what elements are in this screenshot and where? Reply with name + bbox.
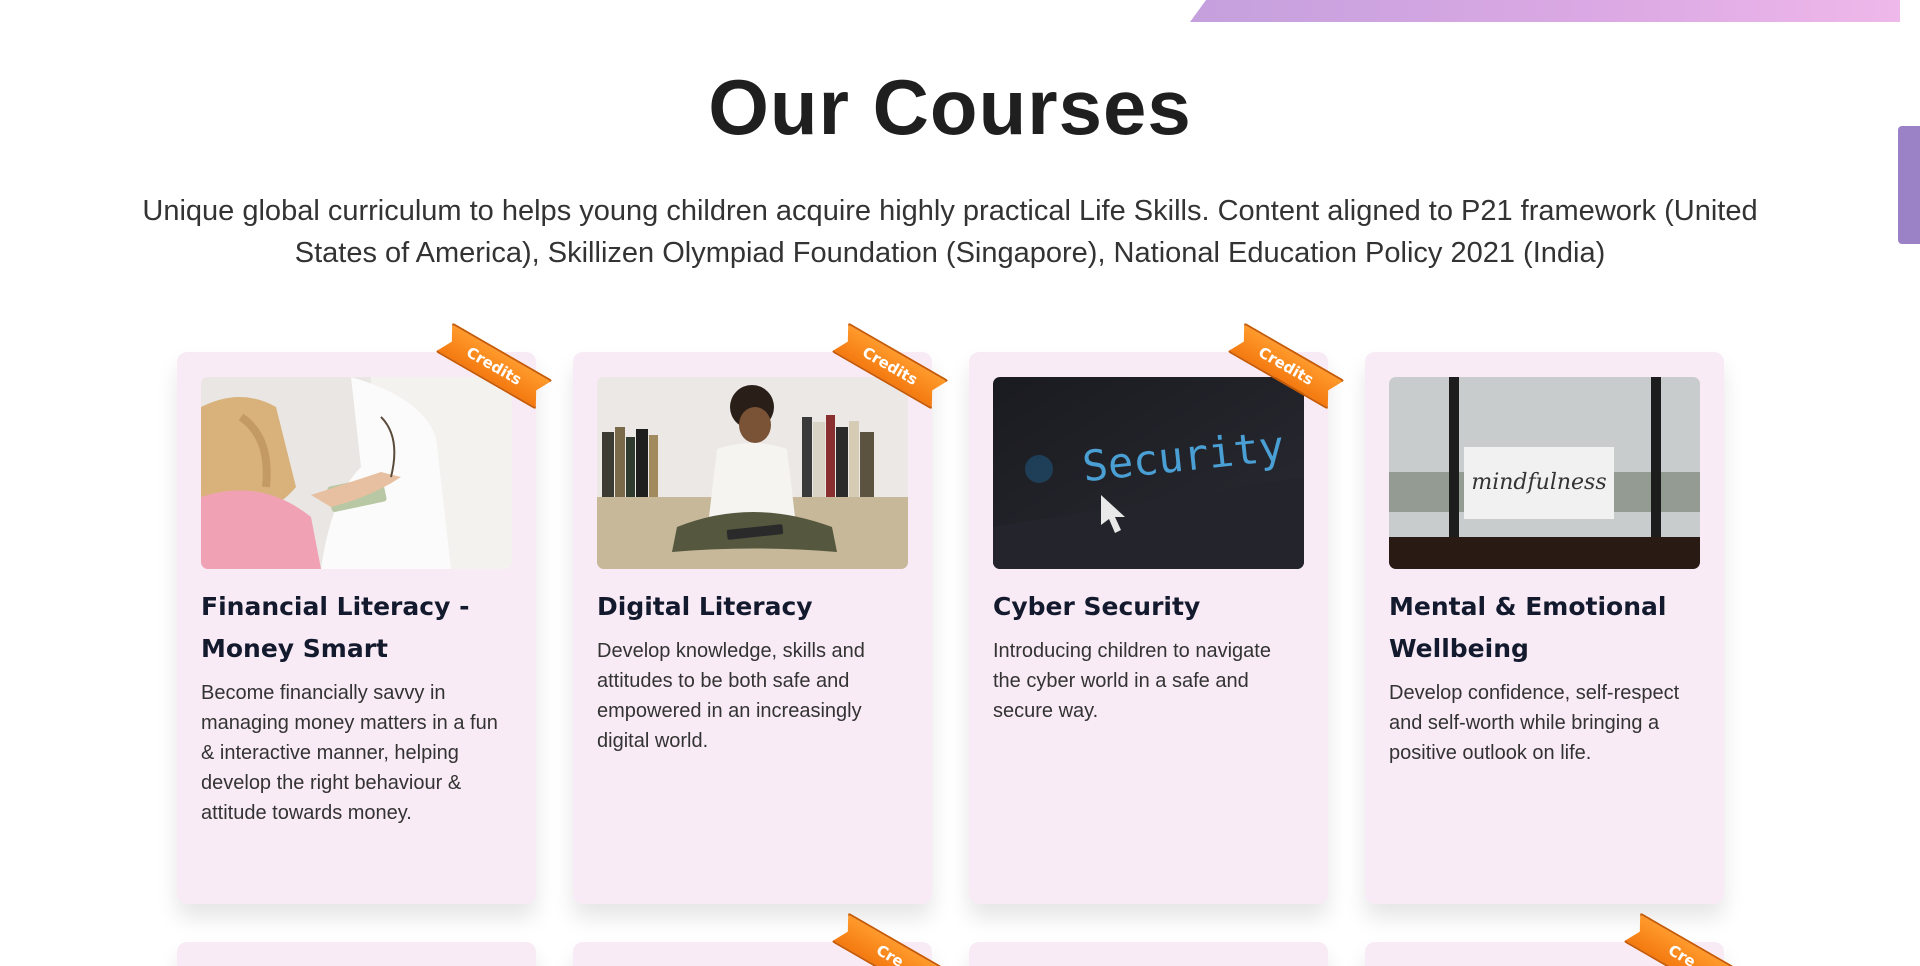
course-description: Develop knowledge, skills and attitudes … <box>597 640 865 752</box>
svg-text:mindfulness: mindfulness <box>1471 470 1606 495</box>
course-image-digital-literacy[interactable] <box>597 377 908 569</box>
course-image-cyber-security[interactable]: Security <box>993 377 1304 569</box>
course-card-cyber-security[interactable]: Security Credits Cyber Security Introduc… <box>969 352 1328 904</box>
decorative-header-band <box>1190 0 1900 22</box>
course-title[interactable]: Cyber Security <box>993 586 1304 628</box>
course-description: Introducing children to navigate the cyb… <box>993 640 1271 722</box>
course-card-row2-1[interactable] <box>177 942 536 966</box>
section-subtitle: Unique global curriculum to helps young … <box>142 195 1758 269</box>
course-title[interactable]: Financial Literacy - Money Smart <box>201 586 512 670</box>
course-card-row2-3[interactable] <box>969 942 1328 966</box>
courses-page: Our Courses Unique global curriculum to … <box>0 0 1920 966</box>
side-feedback-tab[interactable] <box>1898 126 1920 244</box>
section-title: Our Courses <box>708 63 1192 151</box>
credits-badge: Cre <box>831 912 948 966</box>
course-image-financial-literacy[interactable] <box>201 377 512 569</box>
course-card-mental-wellbeing[interactable]: mindfulness Mental & Emotional Wellbeing… <box>1365 352 1724 904</box>
course-title[interactable]: Mental & Emotional Wellbeing <box>1389 586 1700 670</box>
course-description: Become financially savvy in managing mon… <box>201 682 498 824</box>
course-card-digital-literacy[interactable]: Credits Digital Literacy Develop knowled… <box>573 352 932 904</box>
course-title[interactable]: Digital Literacy <box>597 586 908 628</box>
course-card-row2-2[interactable]: Cre <box>573 942 932 966</box>
course-image-mental-wellbeing[interactable]: mindfulness <box>1389 377 1700 569</box>
course-card-row2-4[interactable]: Cre <box>1365 942 1724 966</box>
credits-badge: Cre <box>1623 912 1740 966</box>
course-card-financial-literacy[interactable]: Credits Financial Literacy - Money Smart… <box>177 352 536 904</box>
course-description: Develop confidence, self-respect and sel… <box>1389 682 1680 764</box>
